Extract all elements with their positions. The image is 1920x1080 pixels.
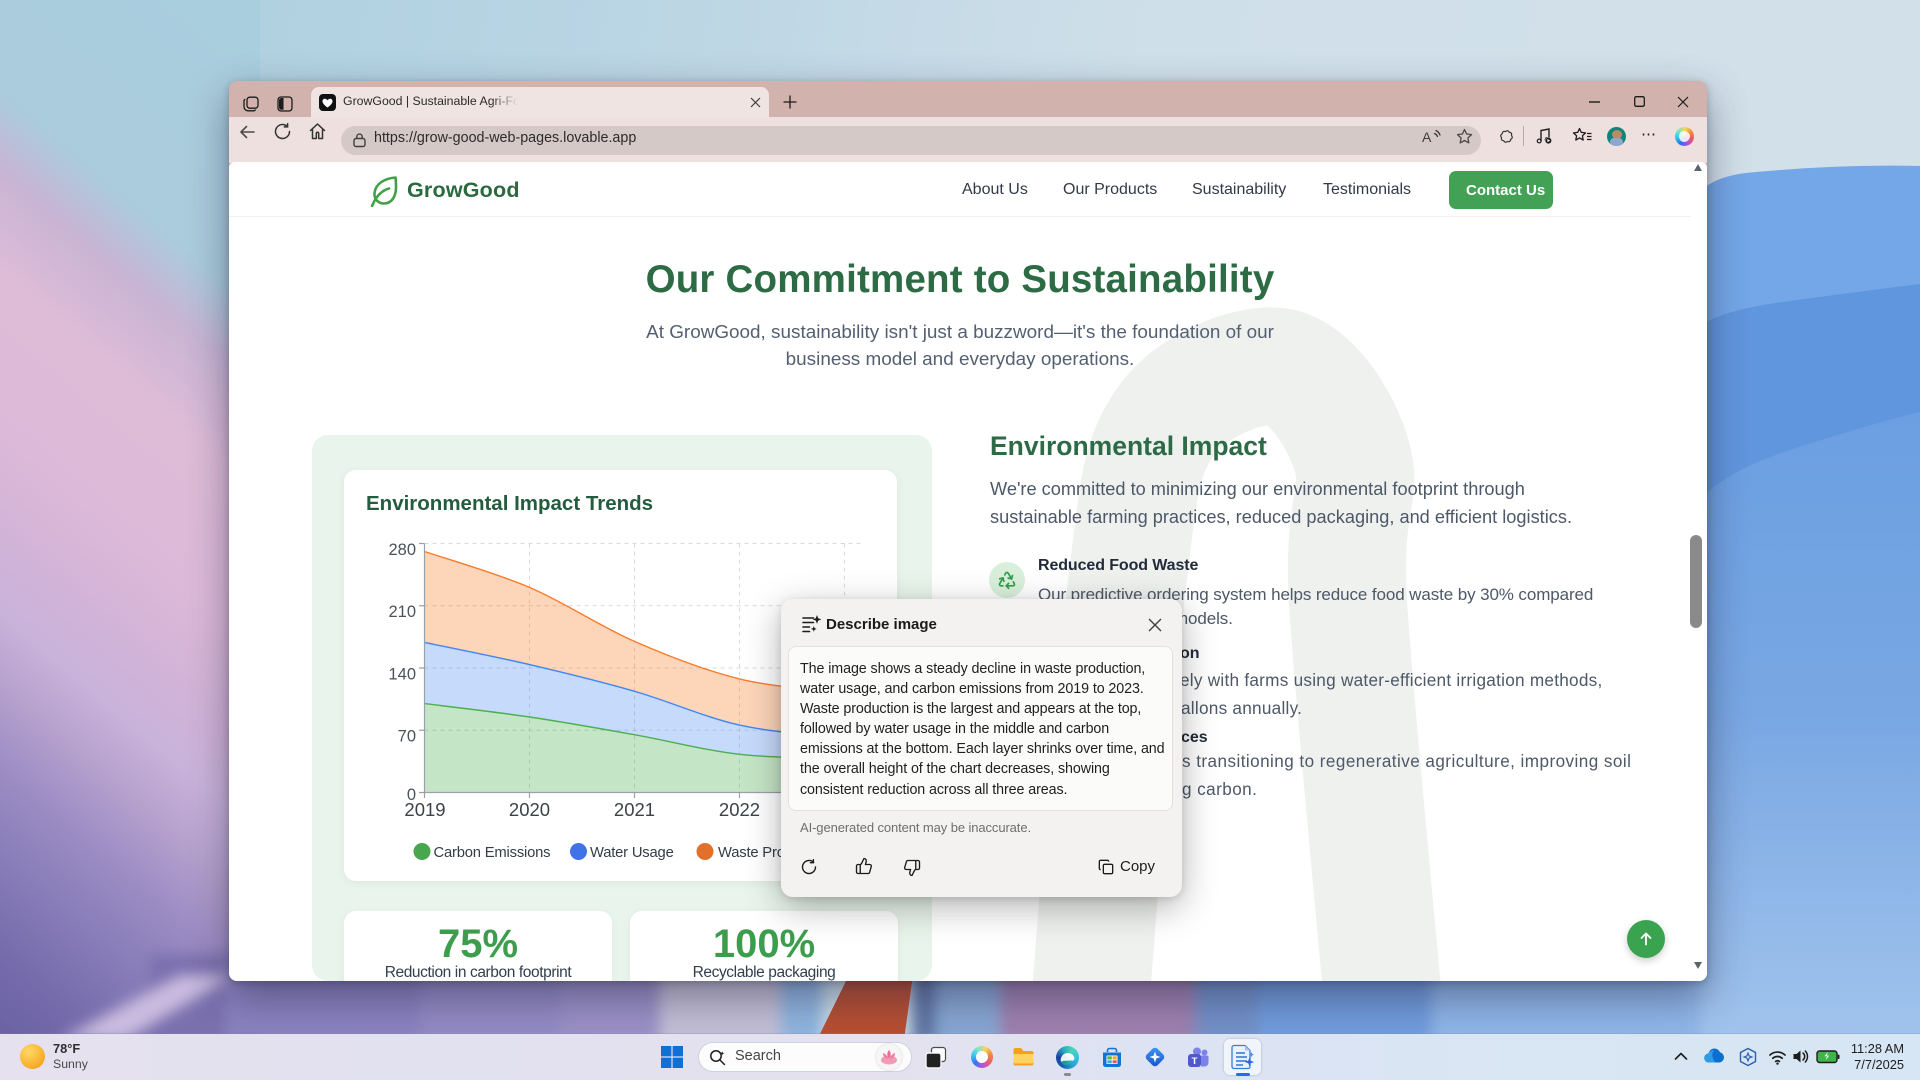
- svg-text:210: 210: [388, 603, 416, 621]
- svg-text:T: T: [1192, 1056, 1198, 1067]
- svg-text:Water Usage: Water Usage: [590, 845, 674, 861]
- svg-text:140: 140: [388, 666, 416, 684]
- svg-text:A: A: [1422, 129, 1432, 145]
- svg-text:Carbon Emissions: Carbon Emissions: [434, 845, 551, 861]
- svg-text:2021: 2021: [614, 799, 655, 820]
- svg-text:2022: 2022: [719, 799, 760, 820]
- svg-text:2019: 2019: [404, 799, 445, 820]
- svg-text:70: 70: [398, 728, 416, 746]
- svg-text:2020: 2020: [509, 799, 550, 820]
- svg-text:280: 280: [388, 541, 416, 559]
